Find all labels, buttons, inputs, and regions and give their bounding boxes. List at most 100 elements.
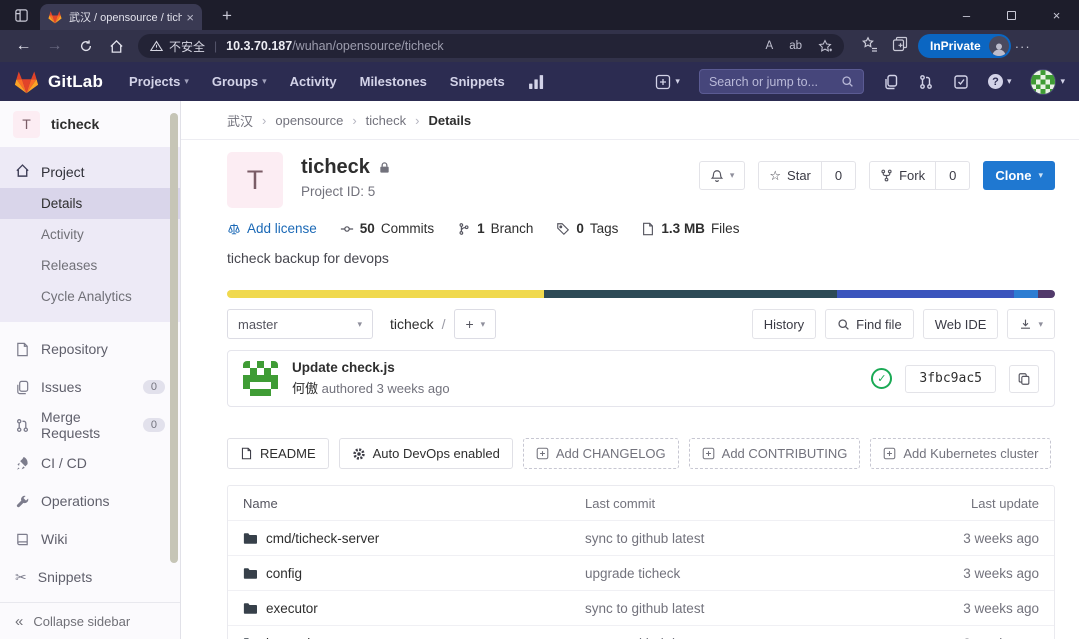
fork-group: Fork 0 [869,161,970,190]
folder-name-link[interactable]: executor [266,601,318,616]
nav-milestones[interactable]: Milestones [360,74,427,89]
copy-sha-button[interactable] [1009,365,1039,393]
tab-close-icon[interactable]: × [186,10,194,25]
nav-activity[interactable]: Activity [290,74,337,89]
files-link[interactable]: 1.3 MB Files [641,221,739,236]
folder-name-link[interactable]: config [266,566,302,581]
translate-icon[interactable]: ab [789,40,802,52]
find-file-button[interactable]: Find file [825,309,914,339]
star-count[interactable]: 0 [822,161,856,190]
commit-message-link[interactable]: sync to github latest [585,601,889,616]
issues-button[interactable] [883,74,899,90]
security-label[interactable]: 不安全 [169,38,205,55]
gitlab-brand[interactable]: GitLab [14,70,103,94]
breadcrumb-project[interactable]: ticheck [366,113,406,128]
nav-snippets[interactable]: Snippets [450,74,505,89]
commits-link[interactable]: 50 Commits [340,221,434,236]
new-dropdown-button[interactable]: ▾ [655,74,680,90]
window-close-button[interactable]: × [1034,0,1079,30]
sidebar-item-project[interactable]: Project [0,155,180,188]
collapse-sidebar-button[interactable]: « Collapse sidebar [0,602,180,639]
sidebar-item-merge-requests[interactable]: Merge Requests 0 [0,406,180,444]
nav-groups[interactable]: Groups▾ [212,74,267,89]
commit-message-link[interactable]: Update check.js [292,360,450,375]
branch-selector[interactable]: master ▾ [227,309,373,339]
table-row[interactable]: executor sync to github latest 3 weeks a… [228,591,1054,626]
add-changelog-button[interactable]: Add CHANGELOG [523,438,679,469]
branches-link[interactable]: 1 Branch [457,221,533,236]
new-tab-button[interactable]: + [214,4,240,28]
breadcrumb-subgroup[interactable]: opensource [275,113,343,128]
sidebar-item-activity[interactable]: Activity [0,219,180,250]
search-input[interactable]: Search or jump to... [699,69,864,94]
commit-author-avatar[interactable] [243,361,278,396]
folder-name-link[interactable]: cmd/ticheck-server [266,531,379,546]
commit-author-link[interactable]: 何傲 [292,381,318,396]
favorites-icon[interactable] [862,36,878,57]
vertical-tabs-button[interactable] [6,0,36,30]
read-aloud-icon[interactable]: A [766,40,774,52]
inprivate-badge[interactable]: InPrivate [918,34,1011,58]
sidebar-scrollbar[interactable] [170,113,178,563]
commit-message-link[interactable]: sync to github latest [585,531,889,546]
sidebar-item-ci-cd[interactable]: CI / CD [0,444,180,482]
browser-menu-icon[interactable]: ··· [1015,39,1031,54]
sidebar-item-releases[interactable]: Releases [0,250,180,281]
collections-icon[interactable] [892,36,908,57]
path-separator: / [442,316,446,332]
add-contributing-button[interactable]: Add CONTRIBUTING [689,438,861,469]
commit-message-link[interactable]: upgrade ticheck [585,566,889,581]
tree-project-link[interactable]: ticheck [390,316,434,332]
fork-count[interactable]: 0 [936,161,970,190]
tags-link[interactable]: 0 Tags [556,221,618,236]
todos-button[interactable] [953,74,969,90]
address-bar[interactable]: 不安全 | 10.3.70.187/wuhan/opensource/tiche… [138,34,844,58]
refresh-button[interactable] [70,32,101,60]
notification-dropdown-button[interactable]: ▾ [699,161,746,190]
help-dropdown[interactable]: ? ▾ [988,74,1012,89]
table-row[interactable]: cmd/ticheck-server sync to github latest… [228,521,1054,556]
user-menu[interactable]: ▾ [1030,69,1065,95]
sidebar-item-snippets[interactable]: ✂ Snippets [0,558,180,596]
breadcrumb-group[interactable]: 武汉 [227,111,253,130]
add-license-link[interactable]: Add license [227,221,317,236]
sidebar-item-repository[interactable]: Repository [0,330,180,368]
commit-sha[interactable]: 3fbc9ac5 [905,365,996,393]
scissors-icon: ✂ [15,569,27,586]
charts-button[interactable] [528,73,545,90]
download-dropdown[interactable]: ▾ [1007,309,1055,339]
web-ide-button[interactable]: Web IDE [923,309,999,339]
language-bar[interactable] [227,290,1055,298]
add-kubernetes-button[interactable]: Add Kubernetes cluster [870,438,1051,469]
add-file-dropdown[interactable]: + ▾ [454,309,496,339]
readme-button[interactable]: README [227,438,329,469]
plus-square-icon [883,447,896,460]
sidebar-project-header[interactable]: T ticheck [0,101,180,147]
sidebar-item-issues[interactable]: Issues 0 [0,368,180,406]
nav-projects[interactable]: Projects▾ [129,74,189,89]
window-maximize-button[interactable] [989,0,1034,30]
home-button[interactable] [101,32,132,60]
bell-icon [710,169,724,183]
pipeline-passed-icon[interactable]: ✓ [871,368,892,389]
table-row[interactable]: config upgrade ticheck 3 weeks ago [228,556,1054,591]
folder-name-link[interactable]: internal [266,636,310,639]
table-row[interactable]: internal sync to github latest 3 weeks a… [228,626,1054,639]
add-favorite-star-icon[interactable] [818,39,832,53]
clone-button[interactable]: Clone ▾ [983,161,1055,190]
sidebar-item-operations[interactable]: Operations [0,482,180,520]
fork-button[interactable]: Fork [869,161,936,190]
sidebar-item-details[interactable]: Details [0,188,180,219]
forward-button[interactable]: → [39,32,70,60]
window-minimize-button[interactable]: – [944,0,989,30]
sidebar-item-cycle-analytics[interactable]: Cycle Analytics [0,281,180,312]
back-button[interactable]: ← [8,32,39,60]
star-button[interactable]: ☆ Star [758,161,822,190]
history-button[interactable]: History [752,309,816,339]
commit-message-link[interactable]: sync to github latest [585,636,889,639]
browser-tab[interactable]: 武汉 / opensource / ticheck · Gi × [40,4,202,30]
auto-devops-button[interactable]: Auto DevOps enabled [339,438,513,469]
merge-requests-button[interactable] [918,74,934,90]
url-text[interactable]: 10.3.70.187/wuhan/opensource/ticheck [226,39,444,53]
sidebar-item-wiki[interactable]: Wiki [0,520,180,558]
